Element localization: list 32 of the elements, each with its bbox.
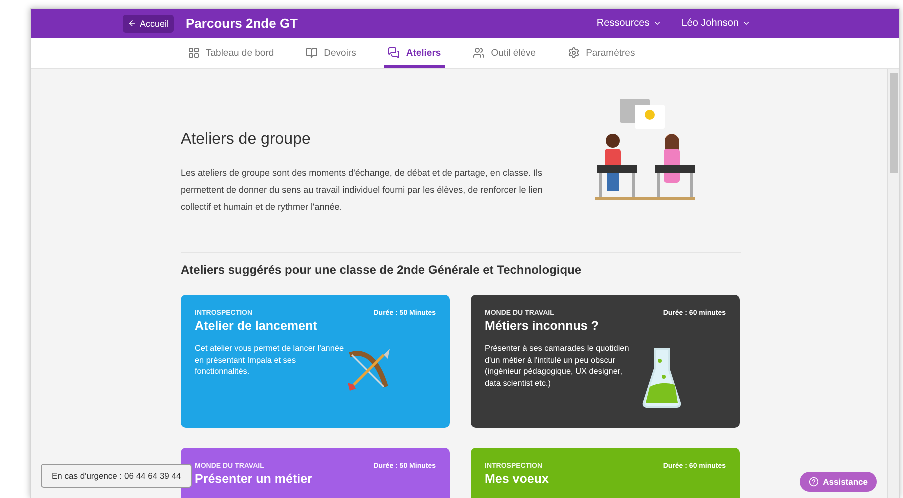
- card-title: Métiers inconnus ?: [485, 319, 600, 333]
- nav-tab[interactable]: Outil élève: [469, 38, 540, 68]
- dropdown-menu[interactable]: Ressources: [596, 18, 662, 29]
- nav-tab[interactable]: Ateliers: [384, 38, 446, 68]
- page-title: Ateliers de groupe: [181, 131, 312, 149]
- nav-tab[interactable]: Tableau de bord: [184, 38, 278, 68]
- bow-and-arrow-icon: [346, 347, 392, 393]
- chat-bubbles-icon: [388, 47, 400, 59]
- back-button[interactable]: Accueil: [123, 14, 174, 32]
- settings-icon: [568, 47, 580, 59]
- card-title: Atelier de lancement: [195, 319, 318, 333]
- dropdown-menu[interactable]: Léo Johnson: [682, 18, 751, 29]
- course-title: Parcours 2nde GT: [186, 16, 298, 31]
- emergency-phone-note: En cas d'urgence : 06 44 64 39 44: [41, 464, 192, 488]
- assistance-button[interactable]: Assistance: [800, 472, 877, 492]
- section-title: Ateliers suggérés pour une classe de 2nde Générale et Technologique: [181, 263, 583, 277]
- caret-icon: [742, 19, 751, 28]
- caret-icon: [652, 19, 662, 28]
- card-title: Présenter un métier: [195, 472, 314, 486]
- card-title: Mes voeux: [485, 472, 550, 486]
- card-description: Présenter à ses camarades le quotidien d'un métier à l'intitulé un peu obscur (ingénieur pédagogique, UX designer, data scientist etc.): [485, 343, 630, 389]
- grid-icon: [188, 47, 200, 59]
- help-icon: [809, 477, 820, 487]
- people-icon: [473, 47, 486, 59]
- nav-tab[interactable]: Paramètres: [564, 38, 640, 68]
- flask-icon: [642, 347, 682, 409]
- book-icon: [306, 47, 318, 59]
- nav-tab[interactable]: Devoirs: [302, 38, 360, 68]
- intro-text: Les ateliers de groupe sont des moments d'échange, de débat et de partage, en classe. Ils permettent de donner du sens au travail individuel fourni par les élèves, de renforcer le lien collectif et humain et de rythmer l'année.: [181, 167, 544, 214]
- back-arrow-icon: [128, 19, 137, 28]
- scrollbar[interactable]: [887, 69, 899, 498]
- card-description: Cet atelier vous permet de lancer l'année en présentant Impala et ses fonctionnalités.: [195, 343, 345, 378]
